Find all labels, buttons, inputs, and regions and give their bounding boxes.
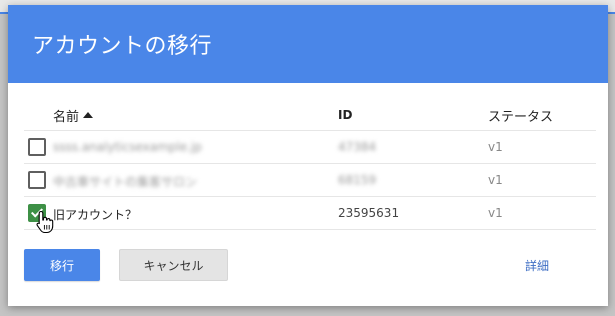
account-name: 旧アカウント？ bbox=[53, 208, 138, 222]
dialog-title: アカウントの移行 bbox=[32, 34, 213, 59]
table-row[interactable]: ssss.analyticsexample.jp 47384 v1 bbox=[24, 131, 596, 164]
column-header-name[interactable]: 名前 bbox=[53, 106, 94, 125]
sort-ascending-icon bbox=[83, 112, 94, 118]
column-header-id[interactable]: ID bbox=[338, 108, 352, 122]
cancel-button[interactable]: キャンセル bbox=[119, 249, 228, 281]
account-id: 47384 bbox=[338, 140, 377, 154]
account-id: 68159 bbox=[338, 173, 377, 187]
migrate-button[interactable]: 移行 bbox=[24, 249, 100, 281]
accounts-table: 名前 ID ステータス ssss.analyticsexample.jp 473… bbox=[24, 101, 596, 234]
account-name: 中古車サイトの集客サロン bbox=[53, 175, 198, 189]
dialog-header: アカウントの移行 bbox=[8, 5, 608, 83]
column-header-name-label: 名前 bbox=[53, 110, 80, 125]
account-status: v1 bbox=[488, 206, 503, 220]
row-checkbox[interactable] bbox=[28, 171, 46, 189]
row-checkbox[interactable] bbox=[28, 138, 46, 156]
table-row[interactable]: 旧アカウント？ 23595631 v1 bbox=[24, 197, 596, 234]
account-name: ssss.analyticsexample.jp bbox=[53, 140, 202, 154]
column-header-status[interactable]: ステータス bbox=[488, 106, 553, 125]
table-row[interactable]: 中古車サイトの集客サロン 68159 v1 bbox=[24, 164, 596, 197]
account-status: v1 bbox=[488, 140, 503, 154]
details-link[interactable]: 詳細 bbox=[525, 257, 549, 274]
hand-pointer-icon bbox=[36, 210, 54, 234]
account-id: 23595631 bbox=[338, 206, 400, 220]
account-status: v1 bbox=[488, 173, 503, 187]
table-header: 名前 ID ステータス bbox=[24, 101, 596, 131]
